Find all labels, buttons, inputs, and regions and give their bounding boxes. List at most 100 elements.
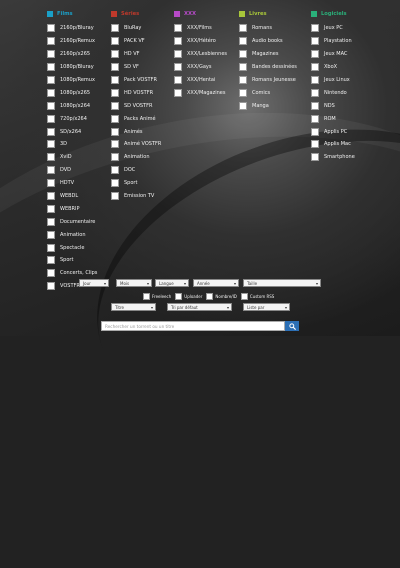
checkbox[interactable]: [111, 50, 119, 59]
checkbox[interactable]: [239, 63, 247, 72]
filter-language-select[interactable]: Langue: [155, 279, 189, 288]
category-item[interactable]: Documentaire: [47, 215, 97, 228]
checkbox[interactable]: [143, 293, 150, 300]
category-item[interactable]: Concerts, Clips: [47, 267, 97, 280]
checkbox[interactable]: [47, 256, 55, 265]
checkbox[interactable]: [47, 204, 55, 213]
checkbox[interactable]: [239, 101, 247, 110]
checkbox[interactable]: [311, 127, 319, 136]
category-item[interactable]: Animation: [111, 151, 161, 164]
category-header[interactable]: Logiciels: [311, 9, 355, 18]
category-item[interactable]: Nintendo: [311, 86, 355, 99]
filter-day-select[interactable]: Jour: [79, 279, 109, 288]
checkbox[interactable]: [47, 24, 55, 33]
category-item[interactable]: Romans Jeunesse: [239, 74, 297, 87]
category-item[interactable]: Sport: [111, 177, 161, 190]
category-item[interactable]: HD VF: [111, 48, 161, 61]
checkbox[interactable]: [47, 282, 55, 291]
category-item[interactable]: XXX/Films: [174, 22, 227, 35]
category-item[interactable]: 1080p/x265: [47, 86, 97, 99]
checkbox[interactable]: [47, 269, 55, 278]
checkbox[interactable]: [239, 37, 247, 46]
checkbox[interactable]: [47, 243, 55, 252]
checkbox[interactable]: [111, 192, 119, 201]
filter-title-select[interactable]: Titre: [111, 303, 156, 312]
checkbox[interactable]: [311, 140, 319, 149]
category-item[interactable]: Comics: [239, 86, 297, 99]
category-item[interactable]: WEBDL: [47, 190, 97, 203]
category-item[interactable]: NDS: [311, 99, 355, 112]
category-item[interactable]: 3D: [47, 138, 97, 151]
checkbox[interactable]: [111, 179, 119, 188]
checkbox[interactable]: [47, 101, 55, 110]
category-item[interactable]: Smartphone: [311, 151, 355, 164]
checkbox[interactable]: [206, 293, 214, 300]
category-item[interactable]: 2160p/Remux: [47, 35, 97, 48]
search-button[interactable]: [285, 321, 299, 331]
category-item[interactable]: WEBRIP: [47, 202, 97, 215]
checkbox[interactable]: [47, 88, 55, 97]
checkbox[interactable]: [174, 88, 182, 97]
checkbox[interactable]: [47, 153, 55, 162]
checkbox[interactable]: [111, 140, 119, 149]
checkbox[interactable]: [47, 179, 55, 188]
category-item[interactable]: XXX/Magazines: [174, 86, 227, 99]
checkbox[interactable]: [311, 50, 319, 59]
checkbox[interactable]: [174, 63, 182, 72]
category-item[interactable]: 1080p/Remux: [47, 74, 97, 87]
category-item[interactable]: XXX/Lesbiennes: [174, 48, 227, 61]
checkbox[interactable]: [239, 76, 247, 84]
category-item[interactable]: SD VF: [111, 61, 161, 74]
checkbox[interactable]: [111, 76, 119, 84]
category-item[interactable]: Animation: [47, 228, 97, 241]
checkbox[interactable]: [174, 50, 182, 59]
filter-size-select[interactable]: Taille: [243, 279, 321, 288]
option-number-id[interactable]: Nombre/ID: [206, 293, 237, 300]
category-item[interactable]: Applis Mac: [311, 138, 355, 151]
checkbox[interactable]: [239, 24, 247, 33]
category-item[interactable]: DOC: [111, 164, 161, 177]
category-item[interactable]: Pack VOSTFR: [111, 74, 161, 87]
filter-month-select[interactable]: Mois: [116, 279, 152, 288]
checkbox[interactable]: [111, 63, 119, 72]
category-item[interactable]: XboX: [311, 61, 355, 74]
category-item[interactable]: SD/x264: [47, 125, 97, 138]
filter-list-select[interactable]: Liste par: [243, 303, 290, 312]
checkbox[interactable]: [47, 166, 55, 175]
category-item[interactable]: Animés: [111, 125, 161, 138]
checkbox[interactable]: [111, 101, 119, 110]
category-item[interactable]: XXX/Hentai: [174, 74, 227, 87]
category-item[interactable]: Packs Animé: [111, 112, 161, 125]
checkbox[interactable]: [174, 76, 182, 84]
checkbox[interactable]: [47, 230, 55, 239]
category-item[interactable]: XXX/Gays: [174, 61, 227, 74]
category-item[interactable]: Emission TV: [111, 190, 161, 203]
category-item[interactable]: Manga: [239, 99, 297, 112]
category-item[interactable]: Audio books: [239, 35, 297, 48]
category-item[interactable]: Jeux PC: [311, 22, 355, 35]
category-item[interactable]: Spectacle: [47, 241, 97, 254]
checkbox[interactable]: [311, 37, 319, 46]
category-header[interactable]: Séries: [111, 9, 161, 18]
category-item[interactable]: Animé VOSTFR: [111, 138, 161, 151]
checkbox[interactable]: [47, 114, 55, 123]
category-item[interactable]: BluRay: [111, 22, 161, 35]
checkbox[interactable]: [174, 37, 182, 46]
checkbox[interactable]: [311, 101, 319, 110]
checkbox[interactable]: [111, 166, 119, 175]
search-input[interactable]: [101, 321, 285, 331]
checkbox[interactable]: [311, 114, 319, 123]
category-item[interactable]: Applis PC: [311, 125, 355, 138]
category-header[interactable]: Livres: [239, 9, 297, 18]
category-item[interactable]: 1080p/Bluray: [47, 61, 97, 74]
checkbox[interactable]: [311, 88, 319, 97]
checkbox[interactable]: [47, 217, 55, 226]
checkbox[interactable]: [111, 37, 119, 46]
category-item[interactable]: Playstation: [311, 35, 355, 48]
filter-sort-select[interactable]: Tri par défaut: [167, 303, 232, 312]
checkbox[interactable]: [47, 127, 55, 136]
category-item[interactable]: DVD: [47, 164, 97, 177]
checkbox[interactable]: [47, 50, 55, 59]
category-item[interactable]: 1080p/x264: [47, 99, 97, 112]
category-item[interactable]: 720p/x264: [47, 112, 97, 125]
